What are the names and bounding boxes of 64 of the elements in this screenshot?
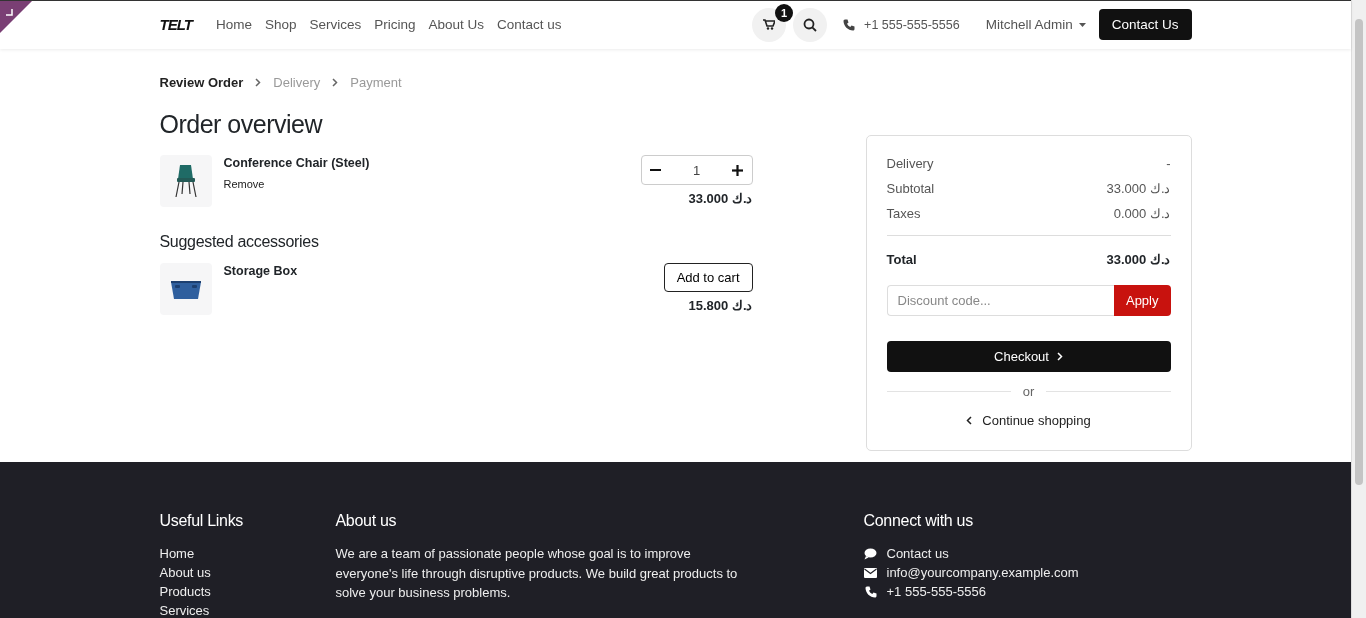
product-thumbnail[interactable]: [159, 263, 212, 315]
add-to-cart-button[interactable]: Add to cart: [663, 263, 753, 292]
remove-link[interactable]: Remove: [223, 178, 265, 190]
quantity-value[interactable]: 1: [692, 162, 701, 178]
user-menu[interactable]: Mitchell Admin: [985, 17, 1086, 32]
footer-heading: Connect with us: [863, 512, 974, 530]
summary-value: 0.000 د.ك: [1113, 206, 1171, 221]
continue-shopping-link[interactable]: Continue shopping: [886, 413, 1171, 428]
brand-logo[interactable]: TELT: [159, 16, 192, 33]
chevron-right-icon: [1056, 352, 1063, 361]
scrollbar-thumb[interactable]: [1355, 19, 1363, 485]
nav-link[interactable]: Shop: [264, 17, 297, 32]
contact-link[interactable]: +1 555-555-5556: [886, 582, 986, 601]
contact-link[interactable]: Contact us: [886, 544, 949, 563]
contact-link[interactable]: info@yourcompany.example.com: [886, 563, 1079, 582]
about-text: We are a team of passionate people whose goal is to improve everyone's life through disruptive products. We build great products to solve your business problems.: [335, 545, 739, 602]
search-icon: [803, 17, 818, 32]
footer-link[interactable]: About us: [159, 563, 336, 582]
discount-code-field[interactable]: Discount code...: [886, 285, 1114, 316]
section-heading: Suggested accessories: [159, 233, 320, 251]
caret-icon: [1078, 22, 1086, 27]
phone-icon: [864, 585, 877, 598]
corner-edit-badge-icon[interactable]: [0, 1, 32, 33]
total-label: Total: [886, 252, 917, 267]
search-button[interactable]: [793, 7, 828, 42]
chevron-right-icon: [332, 78, 339, 87]
nav-link[interactable]: Contact us: [497, 17, 562, 32]
contact-us-button[interactable]: Contact Us: [1098, 9, 1192, 40]
summary-value: 33.000 د.ك: [1106, 181, 1171, 196]
checkout-step[interactable]: Review Order: [159, 75, 244, 90]
product-price: 33.000 د.ك: [688, 191, 753, 206]
chevron-right-icon: [255, 78, 262, 87]
total-value: 33.000 د.ك: [1106, 252, 1171, 267]
cart-button[interactable]: [752, 7, 787, 42]
product-price: 15.800 د.ك: [688, 298, 753, 313]
phone-icon: [843, 18, 856, 31]
footer-heading: About us: [335, 512, 398, 530]
nav-link[interactable]: About Us: [428, 17, 484, 32]
nav-link[interactable]: Pricing: [374, 17, 416, 32]
chevron-left-icon: [966, 416, 973, 425]
nav-link[interactable]: Services: [309, 17, 362, 32]
product-name[interactable]: Storage Box: [223, 264, 652, 278]
product-thumbnail[interactable]: [159, 155, 212, 207]
footer-link[interactable]: Products: [159, 582, 336, 601]
product-name[interactable]: Conference Chair (Steel): [223, 156, 629, 170]
or-separator-text: or: [1022, 384, 1035, 399]
envelope-icon: [864, 567, 877, 578]
footer-heading: Useful Links: [159, 512, 245, 530]
cart-count-badge: 1: [775, 3, 794, 22]
summary-label: Delivery: [886, 156, 934, 171]
quantity-stepper[interactable]: 1: [640, 155, 753, 185]
speech-bubble-icon: [864, 547, 877, 560]
phone-number[interactable]: +1 555-555-5556: [864, 17, 960, 32]
footer-link[interactable]: Services: [159, 601, 336, 618]
summary-label: Taxes: [886, 206, 921, 221]
cart-icon: [763, 19, 776, 30]
nav-link[interactable]: Home: [215, 17, 252, 32]
summary-label: Subtotal: [886, 181, 935, 196]
chair-drawing: [172, 164, 199, 198]
page-title: Order overview: [159, 110, 324, 139]
checkout-button[interactable]: Checkout: [886, 341, 1171, 372]
footer-link[interactable]: Home: [159, 544, 336, 563]
summary-value: -: [1166, 156, 1171, 171]
apply-button[interactable]: Apply: [1113, 285, 1171, 316]
